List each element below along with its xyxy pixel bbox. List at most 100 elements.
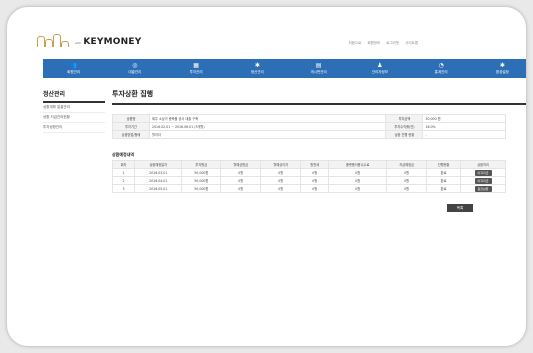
top-bar: with KEYMONEY 처음으로 회원정보 로그아웃 사이트맵 bbox=[7, 7, 526, 63]
column-header: 원천세 bbox=[300, 160, 330, 169]
cell: 2016.03.01 bbox=[134, 168, 183, 177]
cell: 3 bbox=[111, 184, 136, 193]
column-header: 투자원금 bbox=[181, 160, 222, 169]
top-links: 처음으로 회원정보 로그아웃 사이트맵 bbox=[348, 41, 418, 46]
column-header: 지급예정금 bbox=[386, 160, 428, 169]
info-label: 상환 진행 현황 bbox=[385, 130, 424, 139]
column-header: 월예상이자 bbox=[260, 160, 302, 169]
cell: 0원 bbox=[220, 176, 262, 185]
nav-item-boards[interactable]: ▤ 게시판관리 bbox=[288, 59, 349, 78]
sidebar-item-plan[interactable]: 상환계획 일괄관리 bbox=[43, 103, 105, 113]
repay-action-button[interactable]: 이자지급 bbox=[474, 177, 492, 184]
nav-item-admin[interactable]: ♟ 관리자정보 bbox=[349, 59, 410, 78]
nav-item-settlement[interactable]: ✱ 정산관리 bbox=[227, 59, 288, 78]
toplink-home[interactable]: 처음으로 bbox=[348, 41, 361, 46]
info-label: 투자금액 bbox=[385, 114, 424, 123]
table-row: 투자기간 2016.02.01 ~ 2016.06.01 (3개월) 투자수익률… bbox=[112, 122, 506, 131]
info-label: 상품명 bbox=[112, 114, 150, 123]
info-value: 제주 소상가 증축물 공사 대출 구축 bbox=[148, 114, 387, 123]
cell: 0원 bbox=[220, 168, 262, 177]
cell: 0원 bbox=[386, 168, 428, 177]
info-value: 16.0% bbox=[422, 122, 506, 131]
cell: 완료 bbox=[426, 176, 462, 185]
sidebar-item-payment-status[interactable]: 상환 지급관리현황 bbox=[43, 113, 105, 123]
table-row: 2 2016.04.01 50,000원 0원 0원 0원 0원 0원 완료 이… bbox=[111, 176, 506, 185]
chart-icon: ◎ bbox=[132, 61, 138, 69]
sidebar-item-investment-repayment[interactable]: 투자상환관리 bbox=[43, 123, 105, 133]
cell: 0원 bbox=[260, 176, 302, 185]
cell: 원금상환 bbox=[460, 184, 506, 193]
info-label: 상환방법/형태 bbox=[112, 130, 150, 139]
cell: 1 bbox=[111, 168, 136, 177]
nav-item-members[interactable]: 👥 회원관리 bbox=[43, 59, 104, 78]
table-row: 1 2016.03.01 50,000원 0원 0원 0원 0원 0원 완료 이… bbox=[111, 168, 506, 177]
cell: 2016.04.01 bbox=[134, 176, 183, 185]
nav-label: 통계관리 bbox=[434, 69, 448, 74]
document-icon: ▤ bbox=[315, 61, 322, 69]
main-nav: 👥 회원관리 ◎ 대출관리 ▦ 투자관리 ✱ 정산관리 ▤ 게시판관리 ♟ 관리자정보 ◔ 통… bbox=[43, 59, 526, 78]
cell: 0원 bbox=[260, 184, 302, 193]
cell: 이자지급 bbox=[460, 176, 506, 185]
logo-brand-text: KEYMONEY bbox=[83, 37, 142, 47]
nav-item-settings[interactable]: ✱ 환경설정 bbox=[472, 59, 526, 78]
cell: 이자지급 bbox=[460, 168, 506, 177]
cell: 50,000원 bbox=[181, 168, 222, 177]
nav-item-investments[interactable]: ▦ 투자관리 bbox=[166, 59, 227, 78]
users-icon: 👥 bbox=[69, 61, 78, 69]
list-button[interactable]: 목록 bbox=[447, 204, 473, 212]
nav-label: 투자관리 bbox=[189, 69, 203, 74]
nav-item-stats[interactable]: ◔ 통계관리 bbox=[411, 59, 472, 78]
history-title: 상환예정내역 bbox=[112, 152, 135, 157]
page-title: 투자상환 집행 bbox=[112, 89, 526, 105]
table-row: 3 2016.05.01 50,000원 0원 0원 0원 0원 0원 완료 원… bbox=[111, 184, 506, 193]
toplink-member[interactable]: 회원정보 bbox=[367, 41, 380, 46]
info-table: 상품명 제주 소상가 증축물 공사 대출 구축 투자금액 50,000 원 투자… bbox=[112, 114, 506, 139]
cell: 완료 bbox=[426, 168, 462, 177]
building-icon: ▦ bbox=[193, 61, 199, 69]
nav-item-loans[interactable]: ◎ 대출관리 bbox=[104, 59, 165, 78]
info-label: 투자기간 bbox=[112, 122, 150, 131]
nav-label: 회원관리 bbox=[67, 69, 81, 74]
cell: 0원 bbox=[328, 168, 388, 177]
sidebar: 정산관리 상환계획 일괄관리 상환 지급관리현황 투자상환관리 bbox=[43, 89, 105, 133]
cell: 50,000원 bbox=[181, 184, 222, 193]
column-header: 월예상원금 bbox=[220, 160, 262, 169]
cell: 0원 bbox=[300, 176, 330, 185]
column-header: 진행현황 bbox=[426, 160, 462, 169]
info-label: 투자수익률(연) bbox=[385, 122, 424, 131]
window-frame: with KEYMONEY 처음으로 회원정보 로그아웃 사이트맵 👥 회원관리 … bbox=[6, 6, 527, 347]
cell: 완료 bbox=[426, 184, 462, 193]
cell: 0원 bbox=[220, 184, 262, 193]
cell: 0원 bbox=[328, 184, 388, 193]
pie-icon: ◔ bbox=[438, 61, 444, 69]
nav-label: 대출관리 bbox=[128, 69, 142, 74]
nav-label: 게시판관리 bbox=[310, 69, 327, 74]
cell: 2016.05.01 bbox=[134, 184, 183, 193]
sidebar-title: 정산관리 bbox=[43, 89, 105, 103]
repay-action-button[interactable]: 이자지급 bbox=[474, 169, 492, 176]
toplink-logout[interactable]: 로그아웃 bbox=[386, 41, 399, 46]
cell: 2 bbox=[111, 176, 136, 185]
info-value: 월이자 bbox=[148, 130, 387, 139]
table-row: 상품명 제주 소상가 증축물 공사 대출 구축 투자금액 50,000 원 bbox=[112, 114, 506, 123]
cell: 0원 bbox=[300, 184, 330, 193]
person-icon: ♟ bbox=[377, 61, 383, 69]
toplink-sitemap[interactable]: 사이트맵 bbox=[405, 41, 418, 46]
column-header: 회차 bbox=[111, 160, 136, 169]
settings-icon: ✱ bbox=[499, 61, 505, 69]
column-header: 플랫폼이용수수료 bbox=[328, 160, 388, 169]
repay-action-button[interactable]: 원금상환 bbox=[474, 185, 492, 192]
history-table: 회차 상환예정일자 투자원금 월예상원금 월예상이자 원천세 플랫폼이용수수료 … bbox=[111, 160, 506, 193]
logo-mark-icon bbox=[37, 33, 71, 47]
info-value: 2016.02.01 ~ 2016.06.01 (3개월) bbox=[148, 122, 387, 131]
main-content: 투자상환 집행 상품명 제주 소상가 증축물 공사 대출 구축 투자금액 50,… bbox=[111, 89, 526, 212]
cell: 50,000원 bbox=[181, 176, 222, 185]
column-header: 상환예정일자 bbox=[134, 160, 183, 169]
logo[interactable]: with KEYMONEY bbox=[37, 33, 141, 47]
nav-label: 환경설정 bbox=[495, 69, 509, 74]
table-header-row: 회차 상환예정일자 투자원금 월예상원금 월예상이자 원천세 플랫폼이용수수료 … bbox=[111, 160, 506, 169]
info-value: - bbox=[422, 130, 506, 139]
column-header: 상환처리 bbox=[460, 160, 506, 169]
cell: 0원 bbox=[386, 184, 428, 193]
logo-small-text: with bbox=[75, 41, 82, 45]
